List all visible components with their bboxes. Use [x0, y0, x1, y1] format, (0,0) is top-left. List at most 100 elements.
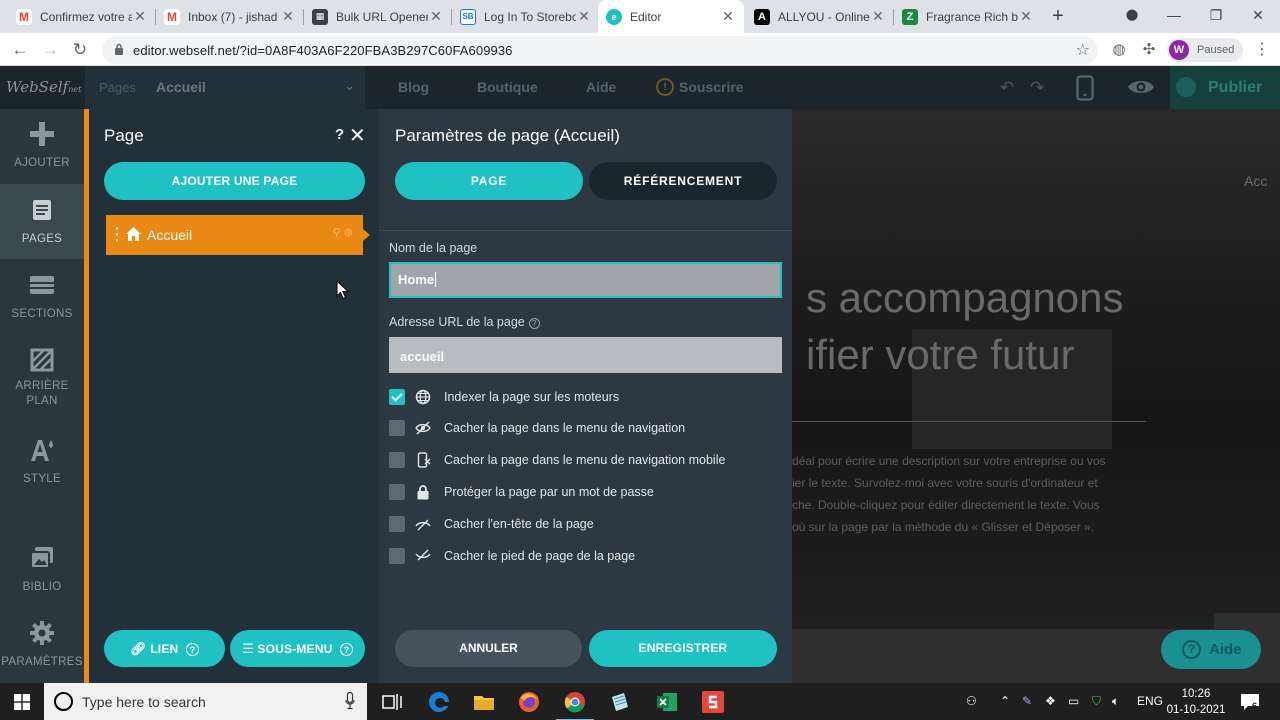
submenu-icon: ☰ — [241, 641, 254, 656]
browser-menu-icon[interactable]: ⋮ — [1254, 39, 1270, 59]
option-hide-nav[interactable]: Cacher la page dans le menu de navigatio… — [389, 418, 782, 438]
save-button[interactable]: ENREGISTRER — [589, 630, 777, 667]
sidebar-item-parametres[interactable]: PARAMÈTRES — [0, 620, 84, 692]
sidebar-item-biblio[interactable]: BIBLIO — [0, 545, 84, 617]
webself-logo[interactable]: WebSelfnet — [6, 78, 81, 96]
clock-date: 01-10-2021 — [1166, 704, 1226, 716]
maximize-icon[interactable]: ❐ — [1196, 0, 1236, 33]
browser-tab-1[interactable]: M Confirmez votre a ✕ — [8, 0, 156, 33]
edge-icon[interactable] — [425, 688, 453, 716]
browser-tab-3[interactable]: ▦ Bulk URL Opener ✕ — [304, 0, 452, 33]
site-preview-canvas[interactable]: Acc s accompagnons ifier votre futur déa… — [792, 109, 1280, 683]
sidebar-item-style[interactable]: STYLE — [0, 437, 84, 509]
translate-icon[interactable]: ◍ — [1110, 41, 1128, 59]
tab-referencement[interactable]: RÉFÉRENCEMENT — [589, 162, 777, 200]
file-explorer-icon[interactable] — [470, 688, 498, 716]
close-icon[interactable]: ✕ — [349, 123, 366, 148]
tab-search-icon[interactable]: ⬤ — [1112, 0, 1152, 33]
sidebar-item-arriere-plan[interactable]: ARRIÈRE PLAN — [0, 347, 84, 419]
redo-icon[interactable]: ↷ — [1030, 78, 1044, 98]
mobile-preview-icon[interactable] — [1076, 75, 1094, 101]
notepad-icon[interactable] — [606, 688, 634, 716]
minimize-icon[interactable]: — — [1154, 0, 1194, 33]
close-icon[interactable]: ✕ — [428, 8, 444, 25]
nav-aide[interactable]: Aide — [586, 79, 616, 95]
option-index-page[interactable]: Indexer la page sur les moteurs — [389, 387, 782, 407]
nav-souscrire[interactable]: Souscrire — [679, 79, 744, 95]
help-chat-button[interactable]: ? Aide — [1161, 630, 1261, 669]
link-button[interactable]: 🔗︎ LIEN ? — [104, 630, 225, 667]
checkbox-hide-header[interactable] — [389, 516, 405, 532]
option-hide-footer[interactable]: Cacher le pied de page de la page — [389, 546, 782, 566]
browser-tab-2[interactable]: M Inbox (7) - jishad ✕ — [156, 0, 304, 33]
add-page-button[interactable]: AJOUTER UNE PAGE — [104, 162, 365, 200]
reload-icon[interactable]: ↻ — [68, 38, 92, 62]
close-icon[interactable]: ✕ — [1018, 8, 1034, 25]
checkbox-hide-footer[interactable] — [389, 548, 405, 564]
firefox-icon[interactable] — [515, 688, 543, 716]
page-tools-icon[interactable]: ⚲ ⊛ — [333, 226, 353, 239]
publish-button[interactable]: Publier — [1170, 66, 1280, 109]
close-icon[interactable]: ✕ — [280, 8, 296, 25]
windows-start-icon[interactable] — [14, 694, 30, 710]
volume-icon[interactable]: 🔈︎ — [1112, 694, 1119, 709]
language-indicator[interactable]: ENG — [1137, 694, 1163, 708]
sidebar-item-sections[interactable]: SECTIONS — [0, 272, 84, 344]
excel-icon[interactable] — [653, 688, 681, 716]
checkbox-hide-nav[interactable] — [389, 420, 405, 436]
option-hide-header[interactable]: Cacher l'en-tête de la page — [389, 514, 782, 534]
network-icon[interactable]: ▭ — [1068, 694, 1079, 708]
checkbox-hide-mobile-nav[interactable] — [389, 452, 405, 468]
nav-blog[interactable]: Blog — [398, 79, 429, 95]
sidebar-item-ajouter[interactable]: AJOUTER — [0, 121, 84, 193]
avatar: W — [1169, 40, 1189, 60]
pen-icon[interactable]: ✎ — [1022, 694, 1032, 708]
nav-boutique[interactable]: Boutique — [477, 79, 538, 95]
close-icon[interactable]: ✕ — [870, 8, 886, 25]
bookmark-star-icon[interactable]: ☆ — [1076, 40, 1090, 60]
back-icon[interactable]: ← — [8, 38, 32, 62]
info-icon[interactable]: ? — [528, 318, 540, 329]
task-view-icon[interactable] — [378, 688, 406, 716]
browser-tab-4[interactable]: SB Log In To Storebo ✕ — [452, 0, 600, 33]
forward-icon[interactable]: → — [38, 38, 62, 62]
dropbox-icon[interactable]: ❖ — [1045, 694, 1056, 708]
page-selector[interactable]: Pages Accueil ⌄ — [85, 66, 365, 109]
chrome-icon[interactable] — [556, 688, 594, 720]
close-icon[interactable]: ✕ — [576, 8, 592, 25]
drag-handle-icon[interactable]: · · · — [115, 221, 120, 247]
people-icon[interactable]: ⚇ — [966, 694, 977, 708]
page-url-input[interactable]: accueil — [389, 337, 782, 373]
option-hide-mobile-nav[interactable]: Cacher la page dans le menu de navigatio… — [389, 450, 782, 470]
option-password-protect[interactable]: Protéger la page par un mot de passe — [389, 482, 782, 502]
close-icon[interactable]: ✕ — [132, 8, 148, 25]
checkbox-password[interactable] — [389, 484, 405, 500]
new-tab-button[interactable]: + — [1046, 4, 1070, 28]
browser-tab-5[interactable]: e Editor ✕ — [598, 0, 744, 33]
browser-tab-7[interactable]: Z Fragrance Rich b ✕ — [894, 0, 1042, 33]
browser-tab-6[interactable]: A ALLYOU - Online ✕ — [746, 0, 894, 33]
undo-icon[interactable]: ↶ — [1000, 78, 1014, 98]
profile-button[interactable]: W Paused — [1167, 38, 1243, 62]
window-close-icon[interactable]: ✕ — [1238, 0, 1278, 33]
close-icon[interactable]: ✕ — [720, 8, 736, 25]
microphone-icon[interactable] — [345, 692, 355, 710]
submenu-button[interactable]: ☰ SOUS-MENU ? — [230, 630, 365, 667]
system-clock[interactable]: 10:26 01-10-2021 — [1166, 686, 1226, 718]
page-list-item[interactable]: · · · Accueil ⚲ ⊛ — [106, 215, 370, 255]
checkbox-index[interactable] — [389, 389, 405, 405]
sidebar-item-pages[interactable]: PAGES — [0, 184, 84, 259]
settings-title: Paramètres de page (Accueil) — [395, 126, 620, 145]
page-name-input[interactable]: Home — [389, 262, 782, 298]
show-hidden-icons[interactable]: ⌃ — [1000, 694, 1010, 708]
cancel-button[interactable]: ANNULER — [395, 630, 582, 667]
tab-page[interactable]: PAGE — [395, 162, 583, 200]
screencast-app-icon[interactable] — [699, 688, 727, 716]
security-shield-icon[interactable]: ⛉ — [1092, 694, 1101, 709]
help-icon[interactable]: ? — [335, 126, 344, 143]
url-text: editor.webself.net/?id=0A8F403A6F220FBA3… — [133, 43, 513, 58]
address-bar[interactable]: editor.webself.net/?id=0A8F403A6F220FBA3… — [102, 36, 1098, 64]
extensions-icon[interactable]: ✣ — [1140, 41, 1158, 59]
taskbar-search-input[interactable]: Type here to search — [44, 683, 367, 720]
eye-preview-icon[interactable] — [1127, 78, 1155, 96]
